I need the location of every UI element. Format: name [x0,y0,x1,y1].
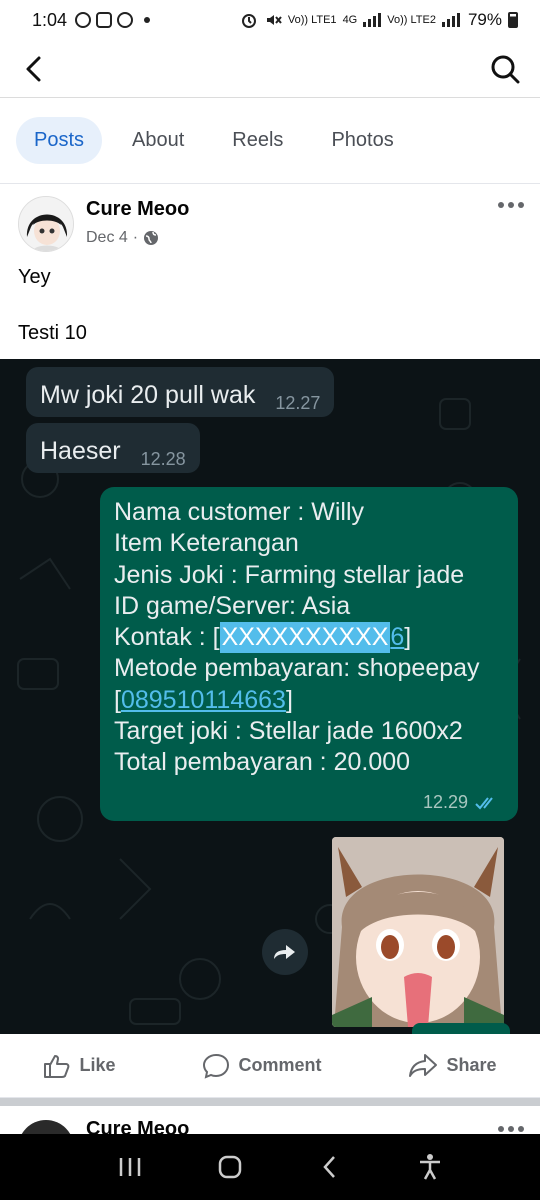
redacted-contact: XXXXXXXXXX [219,622,391,654]
gallery-icon [96,12,113,28]
globe-icon [144,231,159,245]
message-line: Metode pembayaran: shopeepay [114,654,480,683]
whatsapp-icon [75,12,92,28]
more-notifications-icon [144,17,151,23]
message-time: 12.27 [275,393,321,413]
meta-separator: · [132,229,139,246]
battery-percent: 79% [467,10,502,29]
comment-icon [203,1053,230,1079]
top-nav [0,40,540,98]
outgoing-time: 12.29 [423,792,500,813]
app-notification-icon [117,12,134,28]
post-image[interactable]: Mw joki 20 pull wak 12.27 Haeser 12.28 Nam… [0,359,540,1034]
message-line: Nama customer : Willy [114,498,365,526]
like-button[interactable]: Like [43,1053,116,1079]
message-line: Item Keterangan [114,529,299,558]
feed-separator [0,1098,540,1106]
network-label-2: 4G [342,14,358,26]
back-arrow-icon [26,56,41,82]
post-text-line-2: Testi 10 [18,322,87,344]
status-right: Vo)) LTE1 4G Vo)) LTE2 79% [240,10,518,30]
phone-link: 089510114663 [120,685,286,714]
post-meta: Dec 4 · [86,229,159,247]
message-line: Total pembayaran : 20.000 [114,748,411,777]
avatar[interactable] [18,196,74,252]
status-bar: 1:04 Vo)) LTE1 4G Vo)) LTE2 79% [0,0,540,40]
post-author[interactable]: Cure Meoo [86,1118,189,1134]
phone-close: ] [285,685,293,714]
like-label: Like [79,1055,116,1075]
accessibility-button[interactable] [410,1147,450,1187]
system-nav-bar [0,1134,540,1200]
forward-button [262,929,308,975]
contact-link: XXXXXXXXXX6 [219,622,405,654]
contact-digit: 6 [390,623,405,652]
status-time: 1:04 [32,9,68,30]
outgoing-message: Nama customer : Willy Item Keterangan Je… [100,487,518,821]
system-back-button[interactable] [310,1147,350,1187]
battery-icon [508,12,518,28]
tab-posts[interactable]: Posts [16,117,103,164]
read-receipt-icon [475,796,493,809]
comment-label: Comment [238,1055,322,1075]
contact-prefix: Kontak : [ [114,623,220,652]
share-button[interactable]: Share [408,1053,497,1079]
contact-line: Kontak : [XXXXXXXXXX6] [114,622,504,654]
share-icon [409,1053,438,1077]
contact-suffix: ] [404,623,412,652]
sticker-image [332,837,504,1027]
message-line: ID game/Server: Asia [114,591,351,620]
network-label-3: Vo)) LTE2 [387,14,436,26]
like-icon [44,1054,70,1078]
message-line: Jenis Joki : Farming stellar jade [114,560,465,589]
recents-button[interactable] [110,1147,150,1187]
avatar[interactable] [18,1120,74,1134]
notification-icons [75,12,151,28]
signal-icon [363,13,382,27]
tab-photos[interactable]: Photos [313,117,411,164]
more-icon[interactable] [498,1126,524,1132]
accessibility-icon [420,1154,440,1180]
share-label: Share [446,1055,497,1075]
search-button[interactable] [488,52,522,86]
tab-reels[interactable]: Reels [214,117,301,164]
message-time: 12.29 [422,792,468,812]
anime-sticker [332,837,504,1027]
post-date[interactable]: Dec 4 [86,229,128,247]
search-icon [491,55,520,84]
message-text: Haeser [40,437,121,465]
message-time: 12.28 [140,449,186,469]
home-icon [218,1155,242,1179]
post-text-line-1: Yey [18,266,51,288]
phone-open: [ [114,685,121,714]
signal-2-icon [441,13,460,27]
avatar-image [19,197,73,251]
message-text: Mw joki 20 pull wak [40,381,256,409]
post-header: Cure Meoo Dec 4 · [0,184,540,260]
forward-icon [274,945,295,959]
mute-icon [266,15,282,25]
more-icon[interactable] [498,202,524,208]
message-line: Target joki : Stellar jade 1600x2 [114,717,463,746]
back-button[interactable] [18,52,52,86]
network-label-1: Vo)) LTE1 [287,14,337,26]
incoming-message-1: Mw joki 20 pull wak 12.27 [26,367,335,417]
back-icon [323,1156,335,1178]
home-button[interactable] [210,1147,250,1187]
alarm-icon [241,14,256,28]
profile-tabs: Posts About Reels Photos [0,98,540,184]
tab-about[interactable]: About [114,117,202,164]
post-actions: Like Comment Share [0,1034,540,1098]
incoming-message-2: Haeser 12.28 [26,423,200,473]
phone-line: [089510114663] [114,685,504,716]
next-bubble-peek [412,1023,510,1034]
recents-icon [119,1158,141,1176]
next-post[interactable]: Cure Meoo [0,1106,540,1134]
comment-button[interactable]: Comment [202,1053,322,1079]
post-author[interactable]: Cure Meoo [86,198,189,221]
